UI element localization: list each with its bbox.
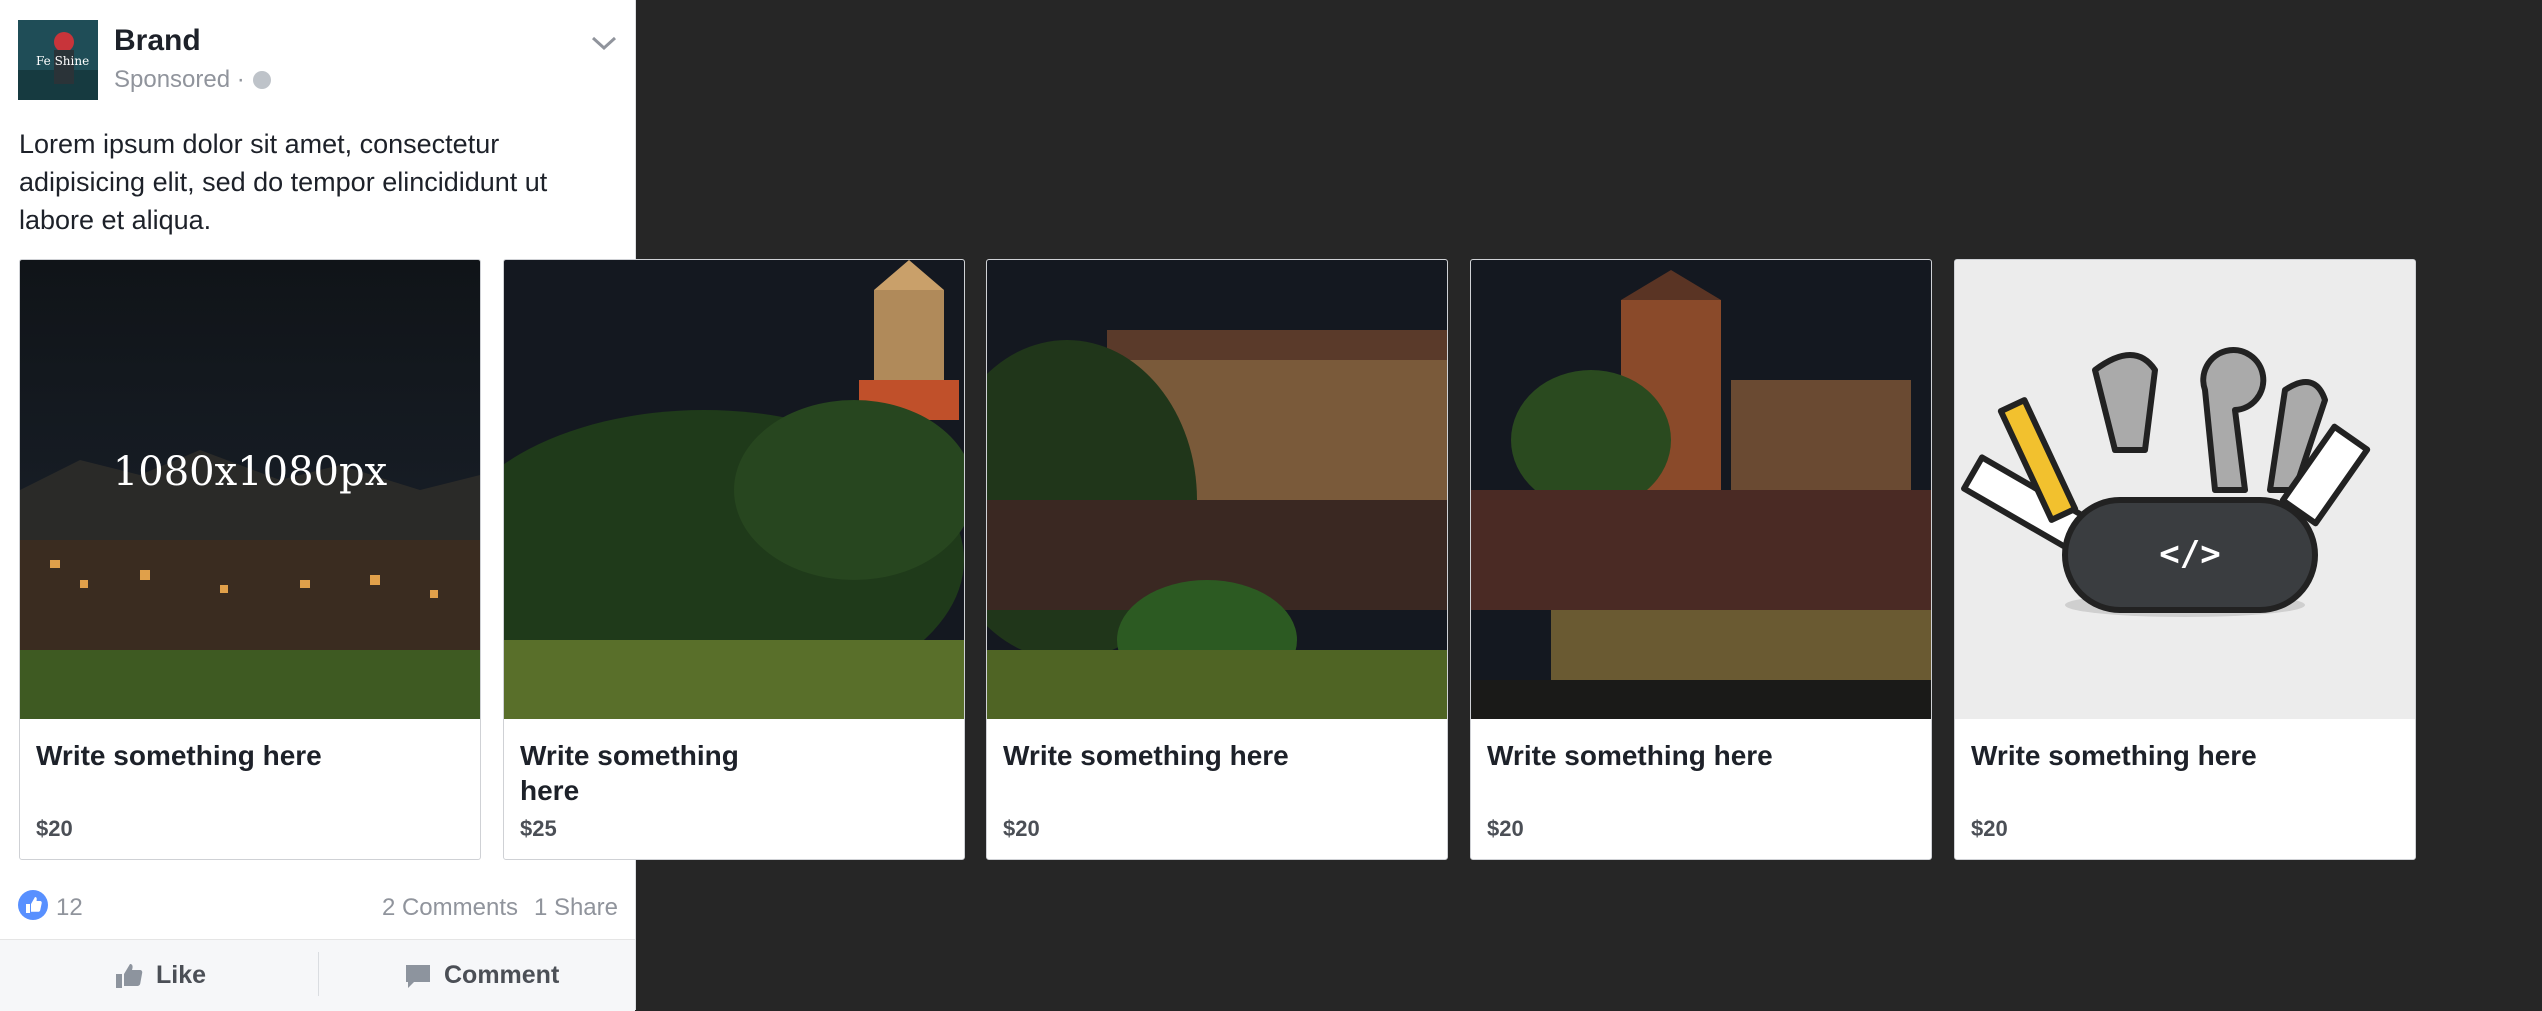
image-size-label: 1080x1080px <box>113 449 388 495</box>
like-label: Like <box>156 961 207 989</box>
card-image <box>987 260 1447 719</box>
carousel-card[interactable]: Write something here $20 <box>1470 259 1932 860</box>
brand-name[interactable]: Brand <box>114 24 201 58</box>
brand-avatar[interactable]: Fe Shine <box>18 20 98 100</box>
card-image <box>1471 260 1931 719</box>
card-title: Write something here <box>1971 740 2257 771</box>
action-divider <box>318 952 319 996</box>
card-title: Write something here <box>36 740 322 771</box>
carousel-card[interactable]: Write something here $20 <box>986 259 1448 860</box>
comment-icon <box>406 964 430 988</box>
like-count[interactable]: 12 <box>56 894 83 922</box>
comment-label: Comment <box>444 961 560 989</box>
comment-button[interactable]: Comment <box>404 940 559 1011</box>
card-image: 1080x1080px <box>20 260 480 719</box>
carousel-card[interactable]: </> Write something here $20 <box>1954 259 2416 860</box>
carousel-card[interactable]: Write something here $25 <box>503 259 965 860</box>
thumbs-up-icon <box>18 890 48 920</box>
shares-count[interactable]: 1 Share <box>534 894 618 922</box>
action-bar: Like Comment <box>0 939 635 1011</box>
card-title: Write something here <box>520 740 739 806</box>
reaction-stats: 12 2 Comments 1 Share <box>18 888 618 924</box>
svg-text:</>: </> <box>2159 534 2220 574</box>
card-price: $20 <box>1003 816 1040 841</box>
card-title: Write something here <box>1003 740 1289 771</box>
sponsored-label: Sponsored · <box>114 66 245 93</box>
avatar-logo-text: Fe Shine <box>36 54 89 68</box>
card-price: $20 <box>1971 816 2008 841</box>
post-caption: Lorem ipsum dolor sit amet, consectetur … <box>19 129 548 235</box>
like-button[interactable]: Like <box>114 940 206 1011</box>
carousel-card[interactable]: 1080x1080px Write something here $20 <box>19 259 481 860</box>
card-price: $25 <box>520 816 557 841</box>
card-price: $20 <box>1487 816 1524 841</box>
swiss-knife-dev-icon: </> <box>1955 260 2415 719</box>
like-icon <box>116 963 143 988</box>
card-title: Write something here <box>1487 740 1773 771</box>
card-price: $20 <box>36 816 73 841</box>
post-meta: Sponsored · <box>114 66 271 94</box>
globe-icon <box>252 71 271 89</box>
chevron-down-icon[interactable] <box>590 34 618 57</box>
comments-count[interactable]: 2 Comments <box>382 894 518 922</box>
card-image <box>504 260 964 719</box>
